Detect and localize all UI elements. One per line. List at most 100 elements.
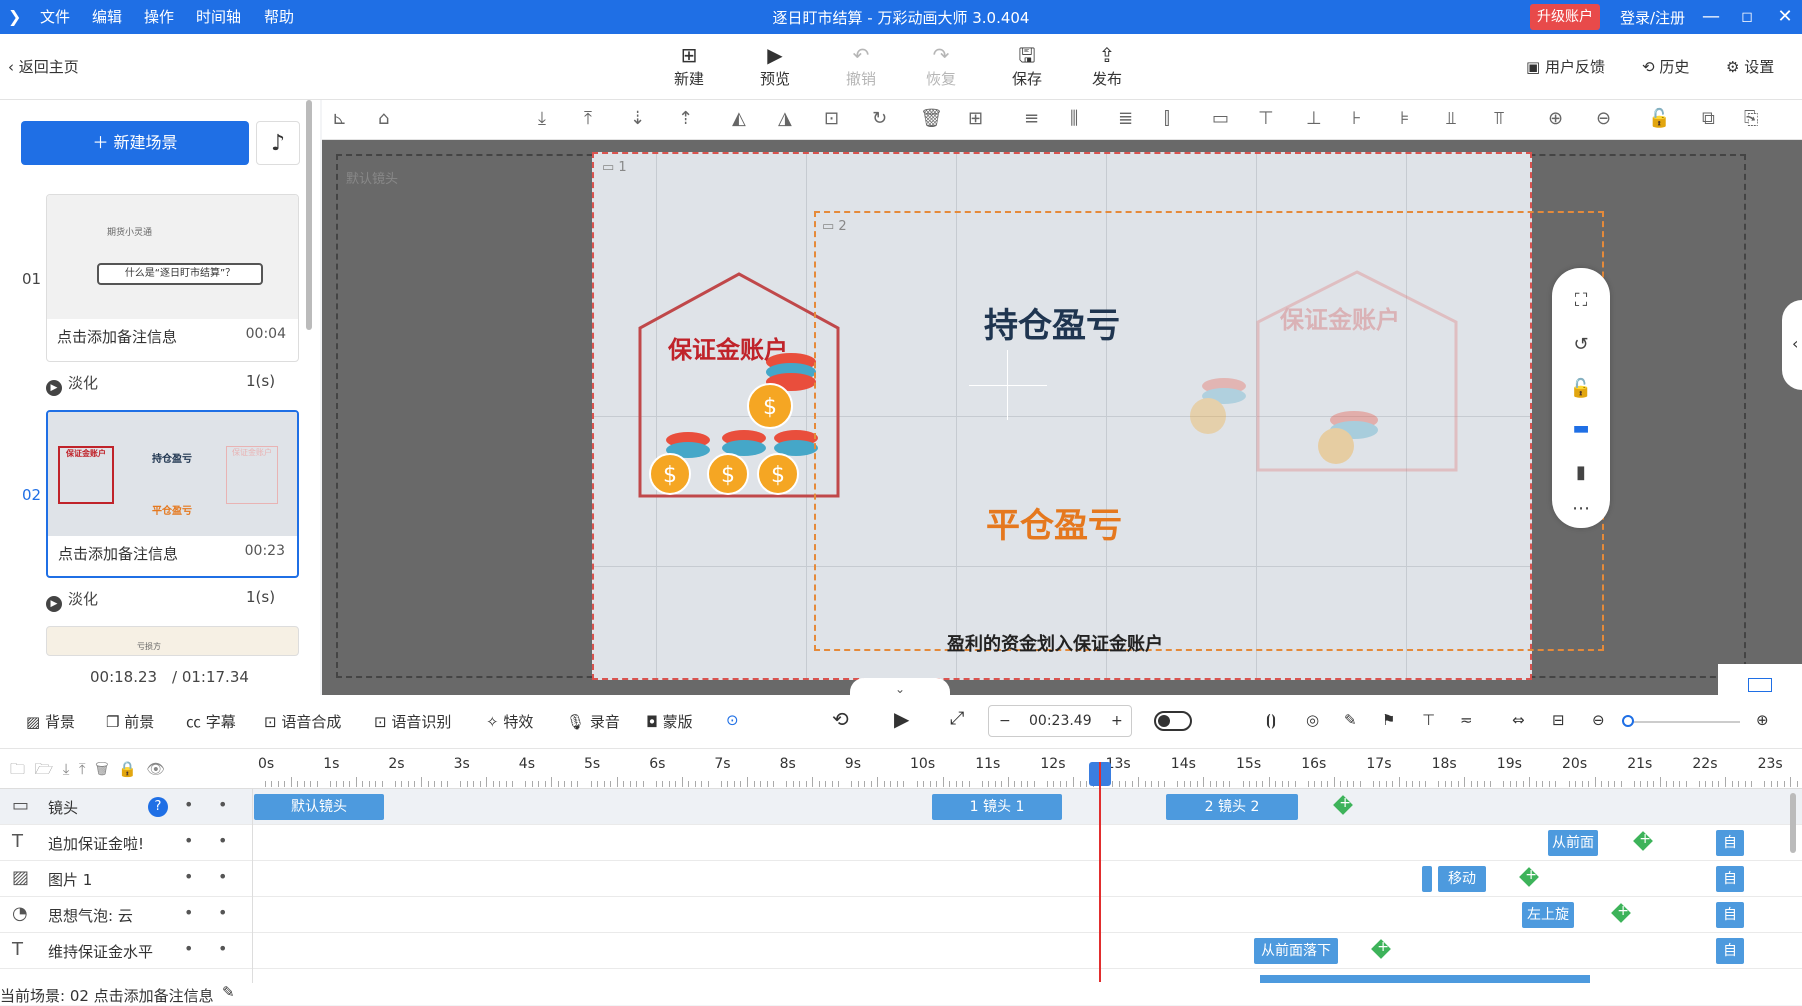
edit-icon[interactable]: ✎ <box>1344 711 1357 729</box>
dot-icon[interactable]: • <box>184 795 193 814</box>
camera-icon[interactable]: ◎ <box>1306 711 1319 729</box>
dot-icon[interactable]: • <box>218 831 227 850</box>
zoom-in-icon[interactable]: ⊕ <box>1548 108 1563 129</box>
menu-edit[interactable]: 编辑 <box>92 0 122 34</box>
zoom-slider[interactable] <box>1622 715 1740 727</box>
new-button[interactable]: ⊞ 新建 <box>664 42 714 89</box>
scene-scrollbar[interactable] <box>306 100 312 330</box>
clip-exit[interactable]: 自 <box>1716 938 1744 964</box>
ruler-icon[interactable]: ⊾ <box>332 108 347 129</box>
more-icon[interactable]: ⋯ <box>1568 498 1594 524</box>
dot-icon[interactable]: • <box>218 867 227 886</box>
mask-button[interactable]: ◘ 蒙版 <box>646 711 693 732</box>
move-top-icon[interactable]: ⤒ <box>584 108 592 129</box>
track-row-image[interactable]: ▨ 图片 1 • • 移动 自 <box>0 861 1802 897</box>
move-up-icon[interactable]: ⇡ <box>678 108 693 129</box>
minimap[interactable] <box>1718 664 1802 695</box>
add-keyframe-icon[interactable] <box>1519 867 1539 887</box>
menu-timeline[interactable]: 时间轴 <box>196 0 241 34</box>
copy-icon[interactable]: ⧉ <box>1702 108 1715 129</box>
spacing-h-icon[interactable]: ⫪ <box>1494 108 1504 129</box>
zoom-in-icon[interactable]: ⊕ <box>1756 711 1769 729</box>
clip-segment[interactable] <box>1422 866 1432 892</box>
add-keyframe-icon[interactable] <box>1371 939 1391 959</box>
eye-icon[interactable]: 👁 <box>146 760 165 778</box>
move-bottom-icon[interactable]: ⤓ <box>538 108 546 129</box>
scene-note[interactable]: 点击添加备注信息 <box>58 543 178 564</box>
move-down-icon[interactable]: ⇣ <box>630 108 645 129</box>
dot-icon[interactable]: • <box>184 939 193 958</box>
time-value[interactable]: 00:23.49 <box>1029 706 1092 736</box>
align-right-icon[interactable]: ≣ <box>1118 108 1133 129</box>
dot-icon[interactable]: • <box>184 831 193 850</box>
feedback-button[interactable]: ▣ 用户反馈 <box>1526 56 1605 77</box>
lens2-frame[interactable]: ▭ 2 <box>814 211 1604 651</box>
trash-icon[interactable]: 🗑 <box>95 760 109 778</box>
playhead-line[interactable] <box>1099 762 1101 982</box>
clip-lens2[interactable]: 2 镜头 2 <box>1166 794 1298 820</box>
align-bottom-icon[interactable]: ⊦ <box>1352 108 1361 129</box>
foreground-button[interactable]: ❐ 前景 <box>106 711 154 732</box>
music-note-icon[interactable]: ♪ <box>256 121 300 165</box>
edit-note-icon[interactable]: ✎ <box>222 983 235 1001</box>
replay-icon[interactable]: ⟲ <box>832 707 849 731</box>
preview-button[interactable]: ▶ 预览 <box>750 42 800 89</box>
add-folder-icon[interactable]: 🗁 <box>35 760 54 778</box>
back-home-button[interactable]: ‹ 返回主页 <box>8 56 79 77</box>
distribute-icon[interactable]: ⫿ <box>1164 108 1170 129</box>
add-keyframe-icon[interactable] <box>1611 903 1631 923</box>
publish-button[interactable]: ⇪ 发布 <box>1082 42 1132 89</box>
undo-button[interactable]: ↶ 撤销 <box>836 42 886 89</box>
clip-fall[interactable]: 从前面落下 <box>1254 938 1338 964</box>
paste-icon[interactable]: ⎘ <box>1744 108 1758 129</box>
clip-exit[interactable]: 自 <box>1716 866 1744 892</box>
minimize-icon[interactable]: — <box>1696 0 1726 34</box>
effects-button[interactable]: ✧ 特效 <box>486 711 533 732</box>
dot-icon[interactable]: • <box>184 903 193 922</box>
move-down-icon[interactable]: ⤓ <box>63 760 70 778</box>
redo-button[interactable]: ↷ 恢复 <box>916 42 966 89</box>
rotate-icon[interactable]: ↻ <box>872 108 887 129</box>
dot-icon[interactable]: • <box>218 939 227 958</box>
sliders-icon[interactable]: ≂ <box>1460 711 1473 729</box>
mobile-icon[interactable]: ▮ <box>1568 462 1594 488</box>
transition-row[interactable]: ▶ 淡化 <box>46 588 98 612</box>
history-button[interactable]: ⟲ 历史 <box>1642 56 1689 77</box>
timeline-scrollbar[interactable] <box>1790 793 1796 853</box>
align-center-icon[interactable]: ⫼ <box>1070 108 1078 129</box>
more-options-icon[interactable]: ⊙ <box>726 711 739 729</box>
track-row-bubble[interactable]: ◔ 思想气泡: 云 • • 左上旋 自 <box>0 897 1802 933</box>
scene-note[interactable]: 点击添加备注信息 <box>57 326 177 347</box>
rotate-view-icon[interactable]: ↺ <box>1568 334 1594 360</box>
clip-lens1[interactable]: 1 镜头 1 <box>932 794 1062 820</box>
ratio-icon[interactable]: ⊟ <box>1552 711 1565 729</box>
dot-icon[interactable]: • <box>218 795 227 814</box>
hold-pl-text[interactable]: 持仓盈亏 <box>984 298 1120 347</box>
clip-rotate[interactable]: 左上旋 <box>1522 902 1574 928</box>
transition-row[interactable]: ▶ 淡化 <box>46 372 98 396</box>
screen-icon[interactable]: ▬ <box>1568 418 1594 444</box>
house-title[interactable]: 保证金账户 <box>668 330 788 365</box>
help-icon[interactable]: ? <box>148 797 168 817</box>
track-row-lens[interactable]: ▭ 镜头 ? • • 默认镜头 1 镜头 1 2 镜头 2 <box>0 789 1802 825</box>
clip-default-lens[interactable]: 默认镜头 <box>254 794 384 820</box>
subtitle-button[interactable]: ㏄ 字幕 <box>186 711 236 732</box>
scene-card-01[interactable]: 期货小灵通 什么是“逐日盯市结算”？ 点击添加备注信息 00:04 <box>46 194 299 362</box>
add-keyframe-icon[interactable] <box>1633 831 1653 851</box>
save-button[interactable]: 🖫 保存 <box>1002 42 1052 89</box>
clip-move[interactable]: 移动 <box>1438 866 1486 892</box>
settings-button[interactable]: ⚙ 设置 <box>1726 56 1774 77</box>
plus-icon[interactable]: + <box>1111 706 1123 736</box>
track-row-text2[interactable]: T 维持保证金水平 • • 从前面落下 自 <box>0 933 1802 969</box>
partial-clip-row[interactable] <box>1260 975 1590 983</box>
panel-toggle[interactable]: ‹ <box>1782 300 1802 390</box>
background-button[interactable]: ▨ 背景 <box>26 711 75 732</box>
fit-width-icon[interactable]: ⇔ <box>1512 711 1525 729</box>
menu-file[interactable]: 文件 <box>40 0 70 34</box>
flip-v-icon[interactable]: ◮ <box>778 108 792 129</box>
flip-h-icon[interactable]: ◭ <box>732 108 746 129</box>
align-top-icon[interactable]: ⊤ <box>1258 108 1274 129</box>
scene-card-03[interactable]: 亏损方 <box>46 626 299 656</box>
house-svg[interactable]: $ $ $ $ <box>636 270 842 500</box>
add-keyframe-icon[interactable] <box>1333 795 1353 815</box>
